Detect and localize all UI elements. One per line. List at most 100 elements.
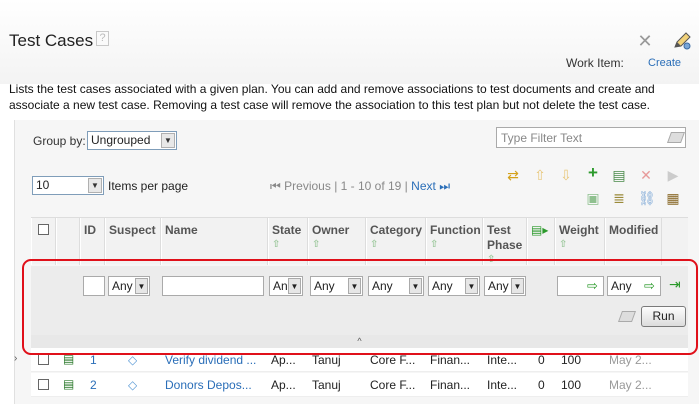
items-per-page-select[interactable]: 10 ▼ (32, 176, 104, 195)
previous-page-link[interactable]: Previous (284, 179, 331, 193)
table-header: ID Suspect Name State ⇧ Owner ⇧ Category ⇧ … (31, 217, 688, 265)
chevron-down-icon: ▼ (135, 278, 148, 294)
row-modified: May 2... (609, 378, 652, 392)
filter-text-input[interactable]: Type Filter Text (496, 127, 686, 148)
select-all-checkbox[interactable] (38, 224, 49, 235)
column-header-weight[interactable]: Weight ⇧ (555, 218, 605, 265)
chevron-down-icon: ▼ (465, 278, 478, 294)
create-work-item-link[interactable]: Create (648, 57, 681, 69)
chevron-down-icon: ▼ (288, 278, 301, 294)
row-checkbox[interactable] (38, 354, 49, 365)
row-id[interactable]: 2 (90, 378, 97, 392)
link-icon[interactable]: ⛓ (638, 190, 656, 206)
chevron-down-icon: ▼ (348, 278, 361, 294)
header-type (56, 218, 80, 265)
column-header-test-phase[interactable]: Test Phase ⇧ (483, 218, 527, 265)
suspect-filter-select[interactable]: Any ▼ (108, 276, 150, 296)
description-text: Lists the test cases associated with a g… (9, 82, 655, 112)
function-filter-select[interactable]: Any ▼ (428, 276, 480, 296)
suspect-icon: ◇ (128, 378, 138, 392)
run-icon[interactable]: ▶ (665, 167, 681, 183)
last-page-icon[interactable]: ⏭ (439, 179, 450, 193)
row-weight: 100 (561, 353, 582, 367)
chevron-down-icon: ▼ (409, 278, 422, 294)
first-page-icon[interactable]: ⏮ (270, 179, 281, 193)
test-phase-filter-select[interactable]: Any ▼ (484, 276, 526, 296)
apply-arrow-icon[interactable]: ⇨ (644, 279, 659, 292)
page-title: Test Cases (9, 31, 94, 50)
expand-row-icon[interactable]: › (14, 353, 17, 364)
column-header-id[interactable]: ID (80, 218, 105, 265)
configure-columns-icon[interactable]: ▦ (665, 190, 681, 206)
sort-icon[interactable]: ⇧ (430, 240, 442, 250)
owner-filter-select[interactable]: Any ▼ (310, 276, 363, 296)
move-up-icon[interactable]: ⇧ (532, 167, 548, 183)
state-filter-select[interactable]: An ▼ (269, 276, 303, 296)
group-by-value: Ungrouped (91, 133, 151, 147)
suspect-icon: ◇ (128, 353, 138, 367)
items-per-page-label: Items per page (108, 179, 189, 193)
row-function: Finan... (430, 353, 471, 367)
id-filter-input[interactable] (83, 276, 105, 296)
row-state: Ap... (271, 353, 296, 367)
column-header-owner[interactable]: Owner ⇧ (308, 218, 366, 265)
header-select-all (31, 218, 56, 265)
column-header-suspect[interactable]: Suspect (105, 218, 161, 265)
column-header-execution[interactable]: ▤▸ (527, 218, 555, 265)
chevron-down-icon: ▼ (161, 133, 175, 148)
table-row[interactable]: ▤ 2 ◇ Donors Depos... Ap... Tanuj Core F… (31, 373, 688, 397)
row-state: Ap... (271, 378, 296, 392)
sort-icon[interactable]: ⇧ (272, 240, 284, 250)
row-category: Core F... (370, 378, 416, 392)
category-filter-select[interactable]: Any ▼ (368, 276, 424, 296)
move-down-icon[interactable]: ⇩ (558, 167, 574, 183)
sort-icon[interactable]: ⇧ (487, 255, 499, 265)
items-per-page-value: 10 (36, 178, 50, 192)
close-icon[interactable]: ✕ (637, 32, 653, 50)
row-modified: May 2... (609, 353, 652, 367)
edit-icon[interactable] (672, 31, 692, 51)
clear-filters-icon[interactable] (617, 311, 637, 322)
work-item-label: Work Item: (566, 56, 624, 70)
refresh-icon[interactable]: ⇄ (505, 167, 521, 183)
group-by-label: Group by: (33, 134, 86, 148)
sort-icon[interactable]: ⇧ (312, 240, 324, 250)
row-owner: Tanuj (312, 353, 341, 367)
row-test-phase: Inte... (487, 378, 518, 392)
chevron-down-icon: ▼ (511, 278, 524, 294)
row-execution-count: 0 (538, 378, 545, 392)
name-filter-input[interactable] (162, 276, 264, 296)
column-header-function[interactable]: Function ⇧ (426, 218, 483, 265)
next-page-link[interactable]: Next (411, 179, 436, 193)
filter-placeholder: Type Filter Text (501, 131, 583, 145)
page-range: | 1 - 10 of 19 | (334, 179, 408, 193)
row-owner: Tanuj (312, 378, 341, 392)
sort-icon[interactable]: ⇧ (370, 240, 382, 250)
apply-arrow-icon[interactable]: ⇨ (587, 279, 602, 292)
collapse-filters-toggle[interactable]: ^ (31, 335, 688, 348)
run-button[interactable]: Run (641, 306, 686, 327)
sort-icon[interactable]: ⇧ (559, 240, 571, 250)
add-to-plan-icon[interactable]: ▣ (585, 190, 601, 206)
add-filter-icon[interactable]: ⇥ (669, 277, 684, 291)
list-icon[interactable]: ≣ (611, 190, 627, 206)
group-by-select[interactable]: Ungrouped ▼ (87, 131, 177, 150)
column-header-category[interactable]: Category ⇧ (366, 218, 426, 265)
row-name-link[interactable]: Verify dividend ... (165, 353, 265, 367)
chevron-down-icon: ▼ (88, 178, 102, 193)
add-icon[interactable]: + (585, 164, 601, 181)
remove-icon[interactable]: ✕ (638, 167, 654, 183)
column-header-state[interactable]: State ⇧ (268, 218, 308, 265)
row-name-link[interactable]: Donors Depos... (165, 378, 265, 392)
test-case-icon: ▤ (63, 352, 75, 366)
row-checkbox[interactable] (38, 379, 49, 390)
row-id[interactable]: 1 (90, 353, 97, 367)
help-icon[interactable]: ? (96, 31, 109, 46)
new-test-case-icon[interactable]: ▤ (611, 167, 627, 183)
row-weight: 100 (561, 378, 582, 392)
table-row[interactable]: ▤ 1 ◇ Verify dividend ... Ap... Tanuj Co… (31, 348, 688, 372)
column-header-modified[interactable]: Modified (605, 218, 662, 265)
execution-icon: ▤▸ (531, 223, 549, 237)
pager: ⏮ Previous | 1 - 10 of 19 | Next ⏭ (270, 179, 450, 194)
column-header-name[interactable]: Name (161, 218, 268, 265)
